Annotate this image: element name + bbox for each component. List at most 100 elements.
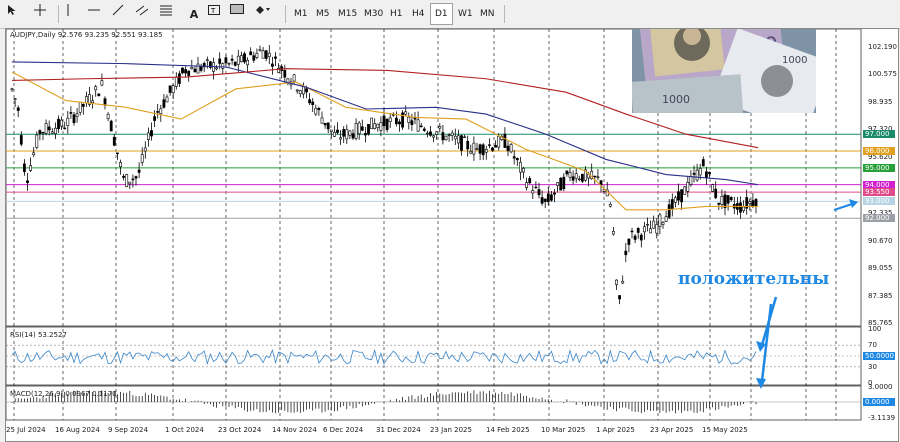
- timeframe-m5[interactable]: M5: [312, 4, 334, 24]
- candle-body: [370, 117, 374, 130]
- candle-body: [252, 55, 256, 61]
- candle-body: [41, 132, 45, 134]
- candle-body: [314, 107, 318, 115]
- candle-body: [692, 173, 696, 175]
- candle-body: [460, 135, 463, 151]
- time-axis-label: 23 Apr 2025: [650, 426, 694, 434]
- level-bubble: 93.000: [863, 197, 895, 206]
- channel-icon[interactable]: [136, 4, 156, 24]
- candle-body: [342, 129, 346, 137]
- candle-body: [19, 135, 23, 145]
- candle-body: [10, 88, 14, 91]
- macd-axis-label: 3.0000: [868, 383, 893, 391]
- candle-body: [546, 193, 550, 203]
- candle-body: [159, 108, 163, 114]
- time-axis-label: 15 May 2025: [702, 426, 748, 434]
- candle-body: [407, 116, 411, 123]
- candle-body: [661, 221, 665, 225]
- candle-body: [181, 67, 184, 74]
- candle-body: [515, 157, 519, 161]
- candle-body: [438, 126, 442, 129]
- candle-body: [562, 176, 566, 190]
- candle-body: [463, 136, 467, 139]
- chart-window[interactable]: 10 1000 1000 AUDJPY,Daily 92.576 93.235 …: [5, 28, 899, 442]
- trendline-icon[interactable]: [112, 4, 132, 24]
- candle-body: [422, 128, 426, 131]
- candle-body: [596, 176, 600, 178]
- timeframe-m15[interactable]: M15: [334, 4, 361, 24]
- time-axis-label: 23 Oct 2024: [218, 426, 262, 434]
- svg-text:1000: 1000: [782, 55, 807, 66]
- candle-body: [729, 197, 733, 201]
- candle-body: [683, 186, 687, 195]
- candle-body: [453, 135, 457, 140]
- candle-body: [119, 162, 122, 168]
- crosshair-icon[interactable]: [34, 4, 54, 24]
- candle-body: [215, 67, 219, 70]
- candle-body: [497, 135, 501, 148]
- candle-body: [26, 180, 29, 183]
- candle-body: [487, 144, 491, 146]
- candle-body: [447, 134, 451, 137]
- candle-body: [301, 86, 305, 95]
- text-label-icon[interactable]: T: [208, 4, 228, 24]
- candle-body: [642, 226, 646, 233]
- rsi-axis-label: 30: [868, 362, 877, 371]
- candle-body: [94, 86, 98, 91]
- candle-body: [577, 178, 581, 181]
- svg-text:T: T: [210, 7, 216, 15]
- text-icon[interactable]: A: [184, 4, 204, 24]
- candle-body: [717, 202, 721, 205]
- candle-body: [419, 125, 423, 128]
- candle-body: [72, 114, 76, 124]
- macd-panel-frame: [6, 385, 862, 421]
- candle-body: [376, 123, 380, 128]
- vertical-line-icon[interactable]: [62, 4, 82, 24]
- horizontal-line-icon[interactable]: [88, 4, 108, 24]
- candle-body: [165, 96, 169, 103]
- timeframe-d1[interactable]: D1: [430, 3, 453, 25]
- candle-body: [261, 50, 265, 59]
- timeframe-h4[interactable]: H4: [408, 4, 429, 24]
- candle-body: [655, 224, 659, 234]
- candle-body: [150, 130, 153, 137]
- candle-body: [240, 55, 243, 63]
- candle-body: [636, 228, 640, 233]
- timeframe-m1[interactable]: M1: [290, 4, 312, 24]
- time-axis-label: 25 Jul 2024: [6, 426, 46, 434]
- price-axis-label: 89.055: [868, 263, 893, 272]
- shapes-icon[interactable]: [256, 4, 276, 24]
- fibonacci-icon[interactable]: [160, 4, 180, 24]
- candle-body: [646, 224, 649, 226]
- candle-body: [112, 136, 116, 146]
- candle-body: [227, 63, 231, 65]
- candle-body: [125, 174, 129, 187]
- candle-body: [720, 195, 724, 205]
- candle-body: [382, 115, 386, 127]
- candle-body: [354, 123, 358, 139]
- candle-body: [701, 159, 705, 167]
- time-axis-label: 23 Jan 2025: [430, 426, 472, 434]
- price-axis-label: 87.385: [868, 291, 893, 300]
- candle-body: [116, 152, 119, 155]
- candle-body: [128, 181, 132, 185]
- cursor-icon[interactable]: [6, 4, 26, 24]
- timeframe-w1[interactable]: W1: [454, 4, 477, 24]
- candle-body: [680, 189, 684, 203]
- candle-body: [726, 195, 730, 204]
- candle-body: [53, 127, 57, 135]
- candle-body: [543, 198, 547, 202]
- main-panel-header: AUDJPY,Daily 92.576 93.235 92.551 93.185: [10, 31, 163, 39]
- rectangle-icon[interactable]: [230, 4, 250, 24]
- macd-axis-label: 0.0000: [863, 398, 895, 406]
- time-axis-label: 10 Mar 2025: [541, 426, 586, 434]
- candle-body: [639, 234, 643, 241]
- timeframe-mn[interactable]: MN: [476, 4, 499, 24]
- candle-body: [571, 176, 575, 181]
- timeframe-m30[interactable]: M30: [360, 4, 387, 24]
- timeframe-h1[interactable]: H1: [386, 4, 407, 24]
- candle-body: [323, 122, 327, 126]
- candle-body: [57, 118, 60, 130]
- candle-body: [673, 197, 677, 203]
- candle-body: [81, 103, 85, 107]
